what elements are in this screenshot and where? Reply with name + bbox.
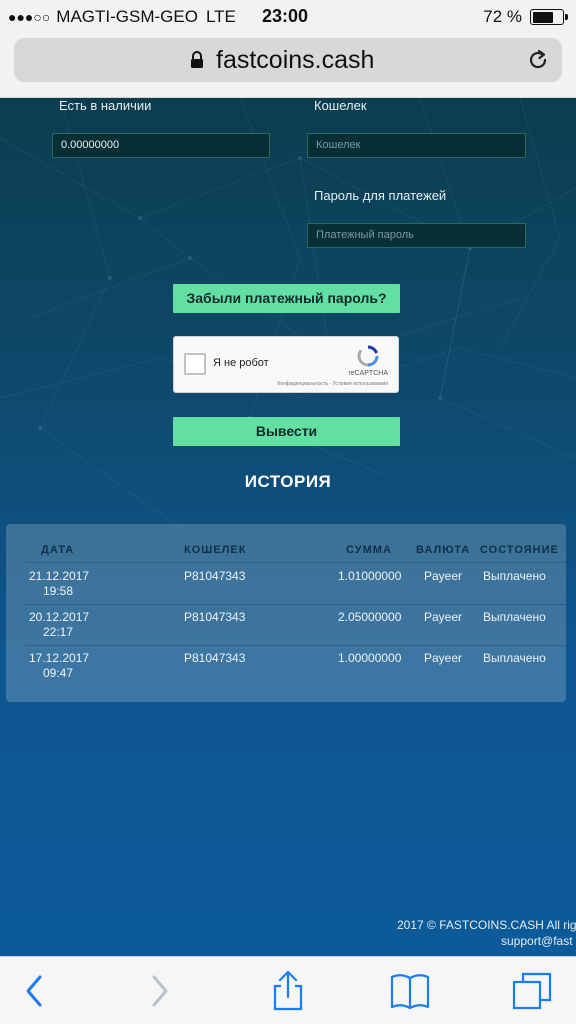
row-date: 17.12.2017	[29, 651, 90, 665]
table-divider	[25, 562, 566, 563]
column-header-amount: СУММА	[346, 544, 392, 556]
column-header-date: ДАТА	[41, 544, 75, 556]
page-domain: fastcoins.cash	[216, 46, 375, 74]
network-type: LTE	[205, 7, 236, 26]
row-date: 20.12.2017	[29, 610, 90, 624]
back-icon[interactable]	[16, 971, 56, 1011]
wallet-input[interactable]: Кошелек	[307, 133, 526, 158]
row-status: Выплачено	[483, 651, 546, 665]
row-amount: 1.00000000	[338, 651, 402, 665]
row-currency: Payeer	[424, 569, 463, 583]
battery-percent: 72 %	[483, 7, 522, 26]
bookmarks-icon[interactable]	[390, 971, 430, 1011]
row-status: Выплачено	[483, 569, 546, 583]
row-currency: Payeer	[424, 651, 463, 665]
page-content: Есть в наличии 0.00000000 Кошелек Кошеле…	[0, 98, 576, 956]
payment-password-label: Пароль для платежей	[314, 188, 447, 203]
forward-icon[interactable]	[138, 971, 178, 1011]
forgot-payment-password-button[interactable]: Забыли платежный пароль?	[173, 284, 400, 313]
address-bar[interactable]: fastcoins.cash	[14, 38, 562, 82]
available-balance-label: Есть в наличии	[59, 98, 152, 113]
row-amount: 2.05000000	[338, 610, 402, 624]
row-time: 22:17	[43, 625, 74, 639]
payment-password-input[interactable]: Платежный пароль	[307, 223, 526, 248]
withdraw-button[interactable]: Вывести	[173, 417, 400, 446]
recaptcha-widget: Я не робот reCAPTCHA Конфиденциальность …	[173, 336, 399, 393]
wallet-label: Кошелек	[314, 98, 367, 113]
clock: 23:00	[262, 6, 309, 26]
tabs-icon[interactable]	[512, 971, 552, 1011]
battery-icon	[530, 9, 568, 25]
row-currency: Payeer	[424, 610, 463, 624]
lock-icon	[191, 51, 203, 68]
recaptcha-brand: reCAPTCHA	[348, 370, 388, 377]
recaptcha-logo-icon	[357, 345, 379, 367]
row-time: 19:58	[43, 584, 74, 598]
history-heading: ИСТОРИЯ	[244, 472, 332, 491]
recaptcha-privacy-terms[interactable]: Конфиденциальность - Условия использован…	[277, 381, 388, 387]
row-date: 21.12.2017	[29, 569, 90, 583]
status-bar: ●●●○○ MAGTI-GSM-GEO LTE 23:00 72 %	[0, 0, 576, 34]
table-divider	[25, 604, 566, 605]
footer-copyright: 2017 © FASTCOINS.CASH All righ	[397, 918, 576, 932]
footer-support-email[interactable]: support@fast	[501, 934, 573, 948]
recaptcha-label: Я не робот	[213, 357, 269, 369]
reload-icon[interactable]	[526, 48, 550, 72]
column-header-wallet: КОШЕЛЕК	[184, 544, 247, 556]
browser-toolbar	[0, 956, 576, 1024]
row-time: 09:47	[43, 666, 74, 680]
row-status: Выплачено	[483, 610, 546, 624]
available-balance-field: 0.00000000	[52, 133, 270, 158]
column-header-status: СОСТОЯНИЕ	[480, 544, 559, 556]
history-table: ДАТА КОШЕЛЕК СУММА ВАЛЮТА СОСТОЯНИЕ 21.1…	[6, 524, 566, 702]
browser-address-area: fastcoins.cash	[0, 34, 576, 98]
table-divider	[25, 645, 566, 646]
row-wallet: P81047343	[184, 569, 246, 583]
row-amount: 1.01000000	[338, 569, 402, 583]
row-wallet: P81047343	[184, 651, 246, 665]
carrier-name: MAGTI-GSM-GEO	[56, 7, 198, 26]
column-header-currency: ВАЛЮТА	[416, 544, 471, 556]
row-wallet: P81047343	[184, 610, 246, 624]
share-icon[interactable]	[268, 971, 308, 1011]
recaptcha-checkbox[interactable]	[184, 353, 206, 375]
signal-strength-icon: ●●●○○	[8, 9, 51, 25]
